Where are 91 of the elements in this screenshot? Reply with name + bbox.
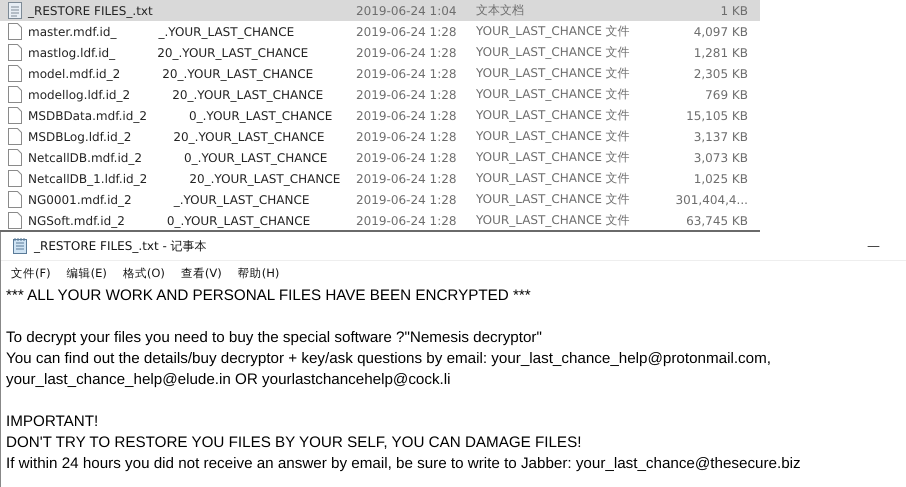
file-name: master.mdf.id_ (28, 24, 116, 38)
modified-date: 2019-06-24 1:28 (356, 46, 458, 60)
menu-item[interactable]: 编辑(E) (60, 266, 113, 280)
file-type: YOUR_LAST_CHANCE 文件 (476, 191, 631, 208)
file-name: NG0001.mdf.id_2 (28, 192, 132, 206)
file-type: YOUR_LAST_CHANCE 文件 (476, 107, 631, 124)
file-size: 1,281 KB (692, 46, 748, 60)
file-name: MSDBData.mdf.id_2 (28, 108, 147, 122)
modified-date: 2019-06-24 1:28 (356, 24, 458, 38)
file-row[interactable]: mastlog.ldf.id_ 20_.YOUR_LAST_CHANCE 2019-06-24 1:28 YOUR_LAST_CHANCE 文件 1,281 KB (0, 42, 760, 63)
note-line: You can find out the details/buy decryptor + key/ask questions by email: your_last_chance_help@protonmail.com, (6, 349, 772, 369)
file-size: 769 KB (704, 88, 748, 102)
modified-date: 2019-06-24 1:28 (356, 214, 458, 228)
file-name: _.YOUR_LAST_CHANCE (158, 24, 294, 38)
file-icon (8, 107, 22, 124)
file-size: 15,105 KB (685, 108, 748, 122)
file-name: 20_.YOUR_LAST_CHANCE (162, 66, 314, 80)
modified-date: 2019-06-24 1:04 (356, 4, 458, 18)
file-icon (8, 149, 22, 166)
file-name: 20_.YOUR_LAST_CHANCE (157, 46, 308, 60)
note-line: your_last_chance_help@elude.in OR yourlastchancehelp@cock.li (6, 370, 452, 390)
menu-item[interactable]: 文件(F) (5, 266, 57, 280)
file-type: YOUR_LAST_CHANCE 文件 (476, 86, 631, 103)
file-name: modellog.ldf.id_2 (28, 88, 130, 102)
file-row[interactable]: NGSoft.mdf.id_2 0_.YOUR_LAST_CHANCE 2019-06-24 1:28 YOUR_LAST_CHANCE 文件 63,745 KB (0, 210, 760, 231)
file-row[interactable]: master.mdf.id_ _.YOUR_LAST_CHANCE 2019-06-24 1:28 YOUR_LAST_CHANCE 文件 4,097 KB (0, 21, 760, 42)
file-row[interactable]: NetcallDB.mdf.id_2 0_.YOUR_LAST_CHANCE 2019-06-24 1:28 YOUR_LAST_CHANCE 文件 3,073 KB (0, 147, 760, 168)
file-name: NetcallDB_1.ldf.id_2 (28, 172, 148, 186)
modified-date: 2019-06-24 1:28 (356, 172, 458, 186)
file-type: YOUR_LAST_CHANCE 文件 (476, 170, 631, 187)
file-name: 20_.YOUR_LAST_CHANCE (173, 130, 324, 144)
file-size: 63,745 KB (685, 214, 748, 228)
file-type: YOUR_LAST_CHANCE 文件 (476, 65, 631, 82)
file-type: YOUR_LAST_CHANCE 文件 (476, 23, 631, 40)
file-row[interactable]: MSDBLog.ldf.id_2 20_.YOUR_LAST_CHANCE 2019-06-24 1:28 YOUR_LAST_CHANCE 文件 3,137 KB (0, 126, 760, 147)
note-line: *** ALL YOUR WORK AND PERSONAL FILES HAVE BEEN ENCRYPTED *** (6, 286, 532, 306)
file-type: YOUR_LAST_CHANCE 文件 (476, 128, 631, 145)
file-icon (8, 170, 22, 187)
file-name: 20_.YOUR_LAST_CHANCE (172, 88, 324, 102)
minimize-button[interactable]: — (859, 238, 888, 254)
file-name: model.mdf.id_2 (28, 66, 120, 80)
file-size: 3,073 KB (692, 150, 748, 164)
file-size: 4,097 KB (692, 24, 748, 38)
file-name: 0_.YOUR_LAST_CHANCE (188, 108, 332, 122)
file-icon (8, 128, 22, 145)
file-row[interactable]: model.mdf.id_2 20_.YOUR_LAST_CHANCE 2019-06-24 1:28 YOUR_LAST_CHANCE 文件 2,305 KB (0, 63, 760, 84)
file-name: _RESTORE FILES_.txt (28, 4, 153, 18)
text-file-icon (8, 2, 22, 19)
file-size: 1 KB (719, 4, 748, 18)
menu-item[interactable]: 查看(V) (174, 266, 228, 280)
file-type: YOUR_LAST_CHANCE 文件 (476, 149, 631, 166)
modified-date: 2019-06-24 1:28 (356, 108, 458, 122)
file-row[interactable]: MSDBData.mdf.id_2 0_.YOUR_LAST_CHANCE 2019-06-24 1:28 YOUR_LAST_CHANCE 文件 15,105 KB (0, 105, 760, 126)
menu-item[interactable]: 格式(O) (116, 266, 171, 280)
notepad-icon (13, 238, 27, 254)
modified-date: 2019-06-24 1:28 (356, 88, 458, 102)
file-icon (8, 212, 22, 229)
modified-date: 2019-06-24 1:28 (356, 130, 458, 144)
note-line: IMPORTANT! (6, 412, 100, 432)
file-name: 0_.YOUR_LAST_CHANCE (184, 150, 328, 164)
note-line: To decrypt your files you need to buy the special software ?"Nemesis decryptor" (6, 328, 543, 348)
modified-date: 2019-06-24 1:28 (356, 150, 458, 164)
file-name: NetcallDB.mdf.id_2 (28, 150, 142, 164)
file-name: MSDBLog.ldf.id_2 (28, 130, 132, 144)
file-size: 2,305 KB (692, 66, 748, 80)
note-line: If within 24 hours you did not receive an answer by email, be sure to write to Jabber: your_last_chance@thesecure.biz (6, 454, 802, 474)
modified-date: 2019-06-24 1:28 (356, 192, 458, 206)
file-name: 0_.YOUR_LAST_CHANCE (166, 214, 310, 228)
file-icon (8, 44, 22, 61)
window-title: _RESTORE FILES_.txt - 记事本 (34, 238, 207, 254)
file-icon (8, 65, 22, 82)
menu-item[interactable]: 帮助(H) (232, 266, 286, 280)
file-name: 20_.YOUR_LAST_CHANCE (189, 172, 340, 186)
file-icon (8, 23, 22, 40)
file-icon (8, 191, 22, 208)
file-name: NGSoft.mdf.id_2 (28, 214, 125, 228)
file-row[interactable]: NetcallDB_1.ldf.id_2 20_.YOUR_LAST_CHANCE 2019-06-24 1:28 YOUR_LAST_CHANCE 文件 1,025 KB (0, 168, 760, 189)
file-type: YOUR_LAST_CHANCE 文件 (476, 212, 631, 229)
modified-date: 2019-06-24 1:28 (356, 66, 458, 80)
file-size: 3,137 KB (692, 130, 748, 144)
file-row[interactable]: NG0001.mdf.id_2 _.YOUR_LAST_CHANCE 2019-06-24 1:28 YOUR_LAST_CHANCE 文件 301,404,4... (0, 189, 760, 210)
file-size: 301,404,4... (674, 192, 748, 206)
file-row[interactable]: modellog.ldf.id_2 20_.YOUR_LAST_CHANCE 2019-06-24 1:28 YOUR_LAST_CHANCE 文件 769 KB (0, 84, 760, 105)
note-line: DON'T TRY TO RESTORE YOU FILES BY YOUR SELF, YOU CAN DAMAGE FILES! (6, 433, 582, 453)
file-row[interactable]: _RESTORE FILES_.txt 2019-06-24 1:04 文本文档 1 KB (0, 0, 760, 21)
file-icon (8, 86, 22, 103)
file-name: mastlog.ldf.id_ (28, 46, 116, 60)
file-type: 文本文档 (476, 2, 525, 19)
file-type: YOUR_LAST_CHANCE 文件 (476, 44, 631, 61)
file-size: 1,025 KB (692, 172, 748, 186)
file-name: _.YOUR_LAST_CHANCE (174, 192, 310, 206)
